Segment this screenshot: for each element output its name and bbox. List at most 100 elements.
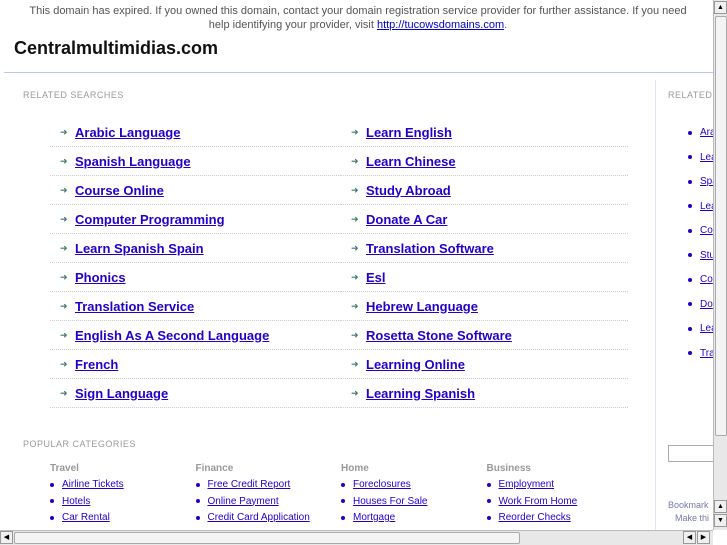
related-search-item: ➜ Arabic Language [50,118,341,147]
category-link[interactable]: Online Payment [208,496,279,507]
arrow-icon: ➜ [60,184,68,195]
arrow-icon: ➜ [351,184,359,195]
related-search-link[interactable]: Translation Software [366,241,494,256]
bullet-icon [486,482,491,487]
scroll-right-icon[interactable]: ▶ [697,531,710,544]
arrow-icon: ➜ [351,155,359,166]
related-search-link[interactable]: Learning Online [366,357,465,372]
sidebar-link[interactable]: Co [700,274,713,285]
column-divider [655,80,656,530]
bullet-icon [195,482,200,487]
related-search-item: ➜ Hebrew Language [341,292,628,321]
arrow-icon: ➜ [351,387,359,398]
bullet-icon [688,253,692,257]
sidebar-link[interactable]: Co [700,225,713,236]
category-item: Employment [486,479,555,490]
related-search-link[interactable]: Translation Service [75,299,194,314]
bullet-icon [195,499,200,503]
related-search-link[interactable]: Computer Programming [75,212,225,227]
arrow-icon: ➜ [351,329,359,340]
related-search-link[interactable]: Phonics [75,270,126,285]
scroll-left-icon[interactable]: ◀ [683,531,696,544]
category-item: Credit Card Application [195,512,310,523]
arrow-icon: ➜ [351,126,359,137]
bullet-icon [341,499,345,503]
related-search-link[interactable]: Learn Chinese [366,154,456,169]
arrow-icon: ➜ [351,300,359,311]
sidebar-item: Co [688,274,713,285]
category-item: Work From Home [486,496,578,507]
category-link[interactable]: Airline Tickets [62,479,124,490]
related-search-link[interactable]: Hebrew Language [366,299,478,314]
category-item: Free Credit Report [195,479,291,490]
related-search-item: ➜ French [50,350,341,379]
related-search-item: ➜ Study Abroad [341,176,628,205]
arrow-icon: ➜ [60,126,68,137]
bullet-icon [50,482,54,487]
category-link[interactable]: Reorder Checks [499,512,571,523]
vertical-scrollbar[interactable]: ▲ ▲ ▼ [713,0,727,530]
sidebar-item: Stu [688,250,715,261]
make-homepage-link[interactable]: Make thi [675,513,709,523]
related-search-link[interactable]: Learn English [366,125,452,140]
arrow-icon: ➜ [60,358,68,369]
related-search-link[interactable]: Learn Spanish Spain [75,241,204,256]
tucows-link[interactable]: http://tucowsdomains.com [377,19,504,31]
related-search-item: ➜ Learn English [341,118,628,147]
category-item: Foreclosures [341,479,411,490]
scroll-up-icon[interactable]: ▲ [714,1,727,14]
category-link[interactable]: Work From Home [499,496,578,507]
arrow-icon: ➜ [351,242,359,253]
category-link[interactable]: Foreclosures [353,479,411,490]
category-item: Airline Tickets [50,479,124,490]
arrow-icon: ➜ [60,300,68,311]
bullet-icon [195,515,200,520]
related-search-item: ➜ Sign Language [50,379,341,408]
sidebar-link[interactable]: Do [700,299,713,310]
category-heading: Finance [195,463,234,474]
related-search-link[interactable]: Donate A Car [366,212,447,227]
divider [4,72,713,73]
horizontal-scroll-thumb[interactable] [14,532,520,544]
related-search-link[interactable]: Spanish Language [75,154,191,169]
category-link[interactable]: Employment [499,479,555,490]
related-search-item: ➜ Course Online [50,176,341,205]
bullet-icon [341,515,345,520]
arrow-icon: ➜ [351,213,359,224]
bookmark-link[interactable]: Bookmark [668,500,709,510]
arrow-icon: ➜ [351,358,359,369]
expired-notice: This domain has expired. If you owned th… [29,5,687,31]
sidebar-search-input[interactable] [668,445,718,462]
related-search-link[interactable]: Arabic Language [75,125,180,140]
category-link[interactable]: Car Rental [62,512,110,523]
related-search-link[interactable]: French [75,357,118,372]
related-search-link[interactable]: Course Online [75,183,164,198]
horizontal-scrollbar[interactable]: ◀ ◀ ▶ [0,530,713,545]
category-heading: Business [486,463,531,474]
related-search-item: ➜ Translation Software [341,234,628,263]
scroll-down-icon[interactable]: ▼ [714,514,727,527]
bullet-icon [688,155,692,159]
category-link[interactable]: Credit Card Application [208,512,310,523]
category-item: Reorder Checks [486,512,571,523]
vertical-scroll-thumb[interactable] [715,16,727,436]
category-link[interactable]: Free Credit Report [208,479,291,490]
category-item: Houses For Sale [341,496,427,507]
scroll-left-icon[interactable]: ◀ [0,531,13,544]
related-search-link[interactable]: Study Abroad [366,183,451,198]
related-search-link[interactable]: Esl [366,270,386,285]
bullet-icon [688,130,692,135]
arrow-icon: ➜ [60,271,68,282]
scroll-up-icon[interactable]: ▲ [714,500,727,513]
sidebar-item: Tra [688,348,715,359]
category-link[interactable]: Hotels [62,496,90,507]
arrow-icon: ➜ [351,271,359,282]
category-link[interactable]: Houses For Sale [353,496,427,507]
related-search-link[interactable]: Learning Spanish [366,386,475,401]
related-search-link[interactable]: Sign Language [75,386,168,401]
related-search-link[interactable]: Rosetta Stone Software [366,328,512,343]
category-link[interactable]: Mortgage [353,512,395,523]
related-search-link[interactable]: English As A Second Language [75,328,269,343]
bullet-icon [688,179,692,184]
bullet-icon [688,351,692,355]
